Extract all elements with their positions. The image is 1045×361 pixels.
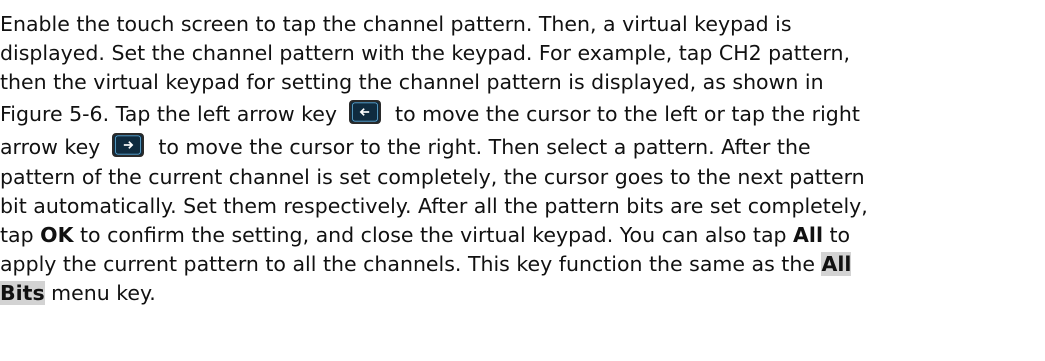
- all-bits-keyword-part-1: All: [821, 252, 852, 276]
- line-8-text-b: to confirm the setting, and close the vi…: [73, 223, 794, 247]
- paragraph-line-5: arrow key to move the cursor to the righ…: [0, 133, 811, 161]
- all-bits-keyword-part-2: Bits: [0, 281, 45, 305]
- ok-keyword: OK: [40, 223, 74, 247]
- left-arrow-key-icon: [349, 100, 382, 124]
- paragraph-line-6: pattern of the current channel is set co…: [0, 165, 865, 189]
- paragraph-line-9: apply the current pattern to all the cha…: [0, 250, 852, 278]
- line-4-text-after: to move the cursor to the left or tap th…: [395, 102, 860, 126]
- line-5-text-after: to move the cursor to the right. Then se…: [158, 135, 811, 159]
- paragraph-line-2: displayed. Set the channel pattern with …: [0, 41, 851, 65]
- line-10-text-rest: menu key.: [44, 281, 156, 305]
- line-5-text-before: arrow key: [0, 135, 101, 159]
- all-keyword: All: [793, 223, 823, 247]
- paragraph-line-1: Enable the touch screen to tap the chann…: [0, 12, 792, 36]
- paragraph-line-4: Figure 5-6. Tap the left arrow key to mo…: [0, 100, 860, 128]
- paragraph-line-8: tap OK to confirm the setting, and close…: [0, 221, 850, 249]
- paragraph-line-10: Bits menu key.: [0, 279, 156, 307]
- line-4-text-before: Figure 5-6. Tap the left arrow key: [0, 102, 338, 126]
- line-8-text-c: to: [822, 223, 851, 247]
- line-8-text-a: tap: [0, 223, 41, 247]
- line-9-text-a: apply the current pattern to all the cha…: [0, 252, 822, 276]
- right-arrow-key-icon: [112, 133, 145, 157]
- paragraph-line-3: then the virtual keypad for setting the …: [0, 70, 824, 94]
- paragraph-line-7: bit automatically. Set them respectively…: [0, 194, 868, 218]
